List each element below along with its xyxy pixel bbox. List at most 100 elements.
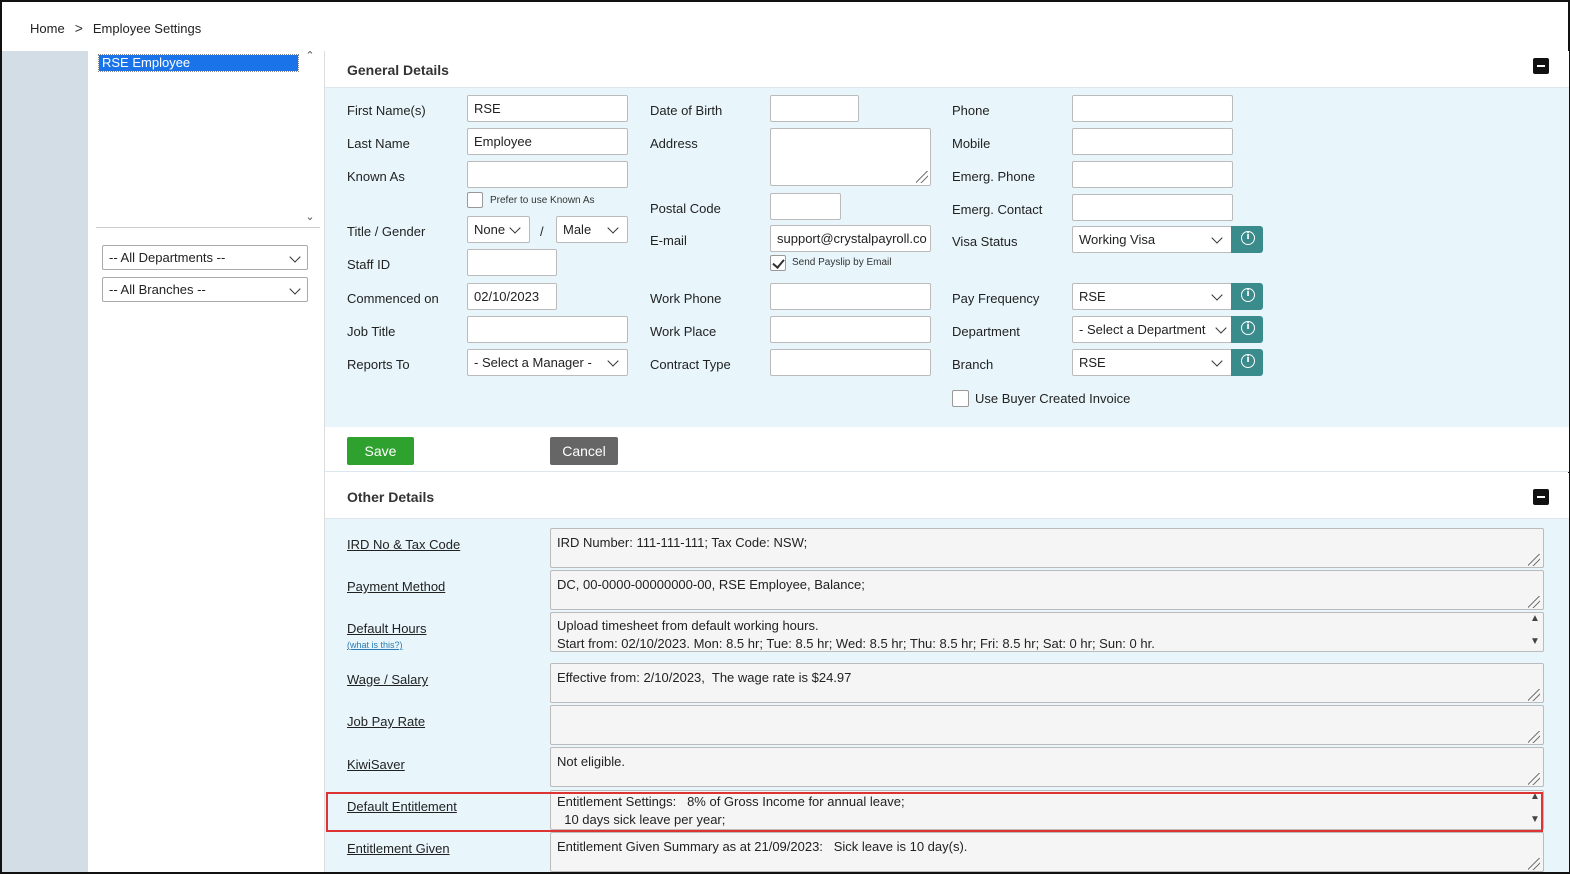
pay-frequency-label: Pay Frequency	[952, 291, 1040, 306]
phone-input[interactable]	[1072, 95, 1233, 122]
reports-to-select[interactable]: - Select a Manager -	[467, 349, 628, 376]
default-hours-field[interactable]: Upload timesheet from default working ho…	[550, 612, 1544, 652]
highlight-box	[326, 792, 1543, 832]
first-name-label: First Name(s)	[347, 103, 426, 118]
department-label: Department	[952, 324, 1020, 339]
collapse-icon[interactable]	[1533, 489, 1549, 505]
address-textarea[interactable]	[770, 128, 931, 186]
last-name-input[interactable]: Employee	[467, 128, 628, 155]
chevron-down-icon	[509, 222, 521, 234]
first-name-input[interactable]: RSE	[467, 95, 628, 122]
branch-select[interactable]: RSE	[1072, 349, 1232, 376]
mobile-input[interactable]	[1072, 128, 1233, 155]
general-details-panel: First Name(s) RSE Last Name Employee Kno…	[325, 88, 1569, 427]
postal-code-input[interactable]	[770, 193, 841, 220]
dob-input[interactable]	[770, 95, 859, 122]
job-pay-rate-link[interactable]: Job Pay Rate	[347, 714, 425, 729]
scroll-up-icon[interactable]: ▲	[1530, 613, 1566, 624]
employee-list-item[interactable]: RSE Employee	[98, 54, 299, 72]
department-select[interactable]: - Select a Department	[1072, 316, 1232, 343]
staff-id-label: Staff ID	[347, 257, 391, 272]
emerg-phone-label: Emerg. Phone	[952, 169, 1036, 184]
entitlement-given-link[interactable]: Entitlement Given	[347, 841, 450, 856]
ird-tax-field[interactable]: IRD Number: 111-111-111; Tax Code: NSW;	[550, 528, 1544, 568]
buyer-invoice-label: Use Buyer Created Invoice	[975, 391, 1131, 406]
visa-status-select[interactable]: Working Visa	[1072, 226, 1232, 253]
emerg-phone-input[interactable]	[1072, 161, 1233, 188]
resize-handle-icon[interactable]	[1528, 554, 1540, 566]
email-label: E-mail	[650, 233, 687, 248]
work-place-label: Work Place	[650, 324, 717, 339]
commenced-input[interactable]: 02/10/2023	[467, 283, 557, 310]
pay-frequency-value: RSE	[1079, 289, 1106, 304]
last-name-label: Last Name	[347, 136, 410, 151]
form-actions: Save Cancel	[325, 427, 1569, 472]
branches-filter-select[interactable]: -- All Branches --	[102, 277, 308, 302]
chevron-down-icon	[289, 251, 301, 263]
payment-method-link[interactable]: Payment Method	[347, 579, 445, 594]
main-content: General Details First Name(s) RSE Last N…	[324, 51, 1569, 872]
branch-info-icon[interactable]	[1231, 349, 1263, 376]
visa-status-label: Visa Status	[952, 234, 1018, 249]
cancel-button[interactable]: Cancel	[550, 437, 618, 465]
staff-id-input[interactable]	[467, 249, 557, 276]
departments-filter-value: -- All Departments --	[109, 250, 226, 265]
resize-handle-icon[interactable]	[1528, 731, 1540, 743]
what-is-this-link[interactable]: (what is this?)	[347, 640, 403, 650]
phone-label: Phone	[952, 103, 990, 118]
resize-handle-icon[interactable]	[1528, 773, 1540, 785]
scroll-up-icon[interactable]: ⌃	[304, 49, 316, 62]
resize-handle-icon[interactable]	[1528, 858, 1540, 870]
job-pay-rate-field[interactable]	[550, 705, 1544, 745]
dob-label: Date of Birth	[650, 103, 723, 118]
other-details-header: Other Details	[325, 473, 1569, 519]
other-details-title: Other Details	[347, 489, 435, 505]
kiwisaver-link[interactable]: KiwiSaver	[347, 757, 405, 772]
resize-handle-icon[interactable]	[1528, 689, 1540, 701]
title-select[interactable]: None	[467, 216, 530, 243]
prefer-known-as-checkbox[interactable]	[467, 192, 483, 208]
wage-salary-link[interactable]: Wage / Salary	[347, 672, 428, 687]
send-payslip-checkbox[interactable]	[770, 255, 786, 271]
chevron-down-icon	[1211, 289, 1223, 301]
emerg-contact-label: Emerg. Contact	[952, 202, 1043, 217]
departments-filter-select[interactable]: -- All Departments --	[102, 245, 308, 270]
scroll-down-icon[interactable]: ⌄	[304, 210, 316, 223]
title-gender-label: Title / Gender	[347, 224, 426, 239]
resize-handle-icon[interactable]	[916, 171, 928, 183]
buyer-invoice-checkbox[interactable]	[952, 390, 969, 407]
ird-tax-link[interactable]: IRD No & Tax Code	[347, 537, 460, 552]
pay-frequency-info-icon[interactable]	[1231, 283, 1263, 310]
chevron-down-icon	[607, 222, 619, 234]
work-phone-label: Work Phone	[650, 291, 722, 306]
visa-info-icon[interactable]	[1231, 226, 1263, 253]
postal-code-label: Postal Code	[650, 201, 721, 216]
department-value: - Select a Department	[1079, 322, 1206, 337]
breadcrumb-home[interactable]: Home	[30, 21, 65, 36]
chevron-down-icon	[1211, 355, 1223, 367]
known-as-input[interactable]	[467, 161, 628, 188]
default-hours-link[interactable]: Default Hours	[347, 621, 426, 636]
save-button[interactable]: Save	[347, 437, 414, 465]
gender-select[interactable]: Male	[556, 216, 628, 243]
contract-type-input[interactable]	[770, 349, 931, 376]
job-title-input[interactable]	[467, 316, 628, 343]
email-input[interactable]: support@crystalpayroll.co	[770, 225, 931, 252]
job-title-label: Job Title	[347, 324, 396, 339]
employee-list[interactable]: RSE Employee ⌃ ⌄	[96, 49, 320, 228]
emerg-contact-input[interactable]	[1072, 194, 1233, 221]
wage-salary-field[interactable]: Effective from: 2/10/2023, The wage rate…	[550, 663, 1544, 703]
work-place-input[interactable]	[770, 316, 931, 343]
entitlement-given-field[interactable]: Entitlement Given Summary as at 21/09/20…	[550, 832, 1544, 872]
pay-frequency-select[interactable]: RSE	[1072, 283, 1232, 310]
work-phone-input[interactable]	[770, 283, 931, 310]
department-info-icon[interactable]	[1231, 316, 1263, 343]
collapse-icon[interactable]	[1533, 58, 1549, 74]
address-label: Address	[650, 136, 698, 151]
scroll-down-icon[interactable]: ▼	[1530, 636, 1566, 647]
left-gutter	[2, 51, 88, 872]
kiwisaver-field[interactable]: Not eligible.	[550, 747, 1544, 787]
title-value: None	[474, 222, 506, 237]
payment-method-field[interactable]: DC, 00-0000-00000000-00, RSE Employee, B…	[550, 570, 1544, 610]
resize-handle-icon[interactable]	[1528, 596, 1540, 608]
